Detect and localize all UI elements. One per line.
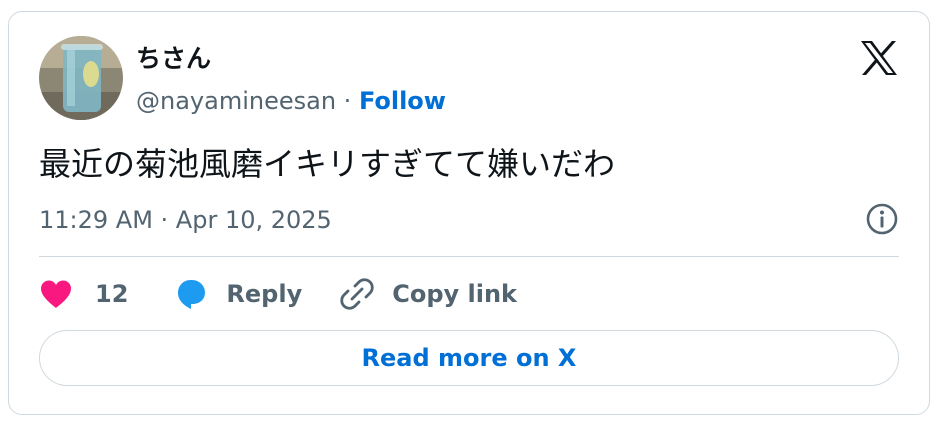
follow-button[interactable]: Follow — [359, 87, 446, 115]
handle-separator: · — [336, 87, 359, 115]
x-logo-icon[interactable] — [859, 38, 899, 78]
heart-icon — [41, 280, 71, 308]
read-more-label: Read more on X — [361, 344, 577, 372]
reply-button[interactable]: Reply — [174, 278, 302, 310]
author-handle-row: @nayamineesan · Follow — [136, 84, 446, 118]
speech-bubble-icon — [178, 280, 206, 309]
copy-link-button[interactable]: Copy link — [340, 277, 517, 311]
like-count: 12 — [95, 280, 129, 308]
tweet-actions: 12 Reply Copy link — [39, 274, 517, 314]
display-name[interactable]: ちさん — [136, 42, 211, 76]
copy-link-label: Copy link — [392, 280, 517, 308]
tweet-card: ちさん @nayamineesan · Follow 最近の菊池風磨イキリすぎて… — [8, 11, 930, 415]
tweet-timestamp[interactable]: 11:29 AM · Apr 10, 2025 — [39, 203, 332, 237]
tweet-text: 最近の菊池風磨イキリすぎてて嫌いだわ — [39, 145, 616, 183]
divider — [39, 256, 899, 257]
author-handle[interactable]: @nayamineesan — [136, 87, 336, 115]
read-more-button[interactable]: Read more on X — [39, 330, 899, 386]
info-icon[interactable] — [865, 202, 899, 236]
avatar-image — [39, 36, 123, 120]
avatar[interactable] — [39, 36, 123, 120]
like-button[interactable]: 12 — [39, 279, 128, 309]
reply-label: Reply — [226, 280, 303, 308]
link-icon — [340, 278, 374, 310]
